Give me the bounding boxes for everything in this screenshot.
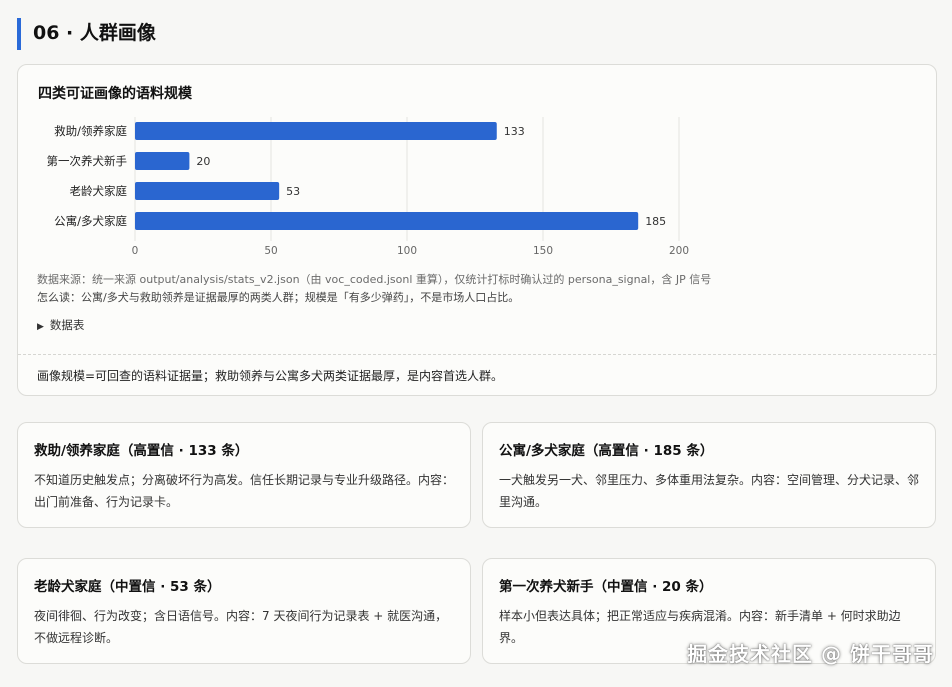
y-category-label: 老龄犬家庭 [70,184,128,198]
persona-card-rescue: 救助/领养家庭（高置信 · 133 条） 不知道历史触发点；分离破坏行为高发。信… [17,422,471,528]
watermark: 掘金技术社区 @ 饼干哥哥 [687,642,934,666]
x-tick-label: 200 [669,245,689,257]
data-table-toggle[interactable]: ▶ 数据表 [37,317,84,333]
chart-summary: 画像规模=可回查的语料证据量；救助领养与公寓多犬两类证据最厚，是内容首选人群。 [37,369,504,383]
bar-value-label: 133 [504,125,525,138]
x-tick-label: 0 [132,245,139,257]
chart-notes: 数据来源：统一来源 output/analysis/stats_v2.json（… [37,271,711,307]
card-divider [18,354,936,355]
section-title: 06 · 人群画像 [17,18,156,50]
bar [135,182,280,200]
bar-value-label: 53 [286,185,300,198]
x-tick-label: 50 [264,245,277,257]
chart-card: 四类可证画像的语料规模 0 50 100 150 200 救助/领养家庭 133 第一次养犬新… [17,64,937,396]
persona-card-apartment: 公寓/多犬家庭（高置信 · 185 条） 一犬触发另一犬、邻里压力、多体重用法复… [482,422,936,528]
y-category-label: 救助/领养家庭 [54,124,127,138]
bar-chart: 0 50 100 150 200 救助/领养家庭 133 第一次养犬新手 20 老龄犬家庭 53 公寓… [47,117,689,257]
persona-title: 老龄犬家庭（中置信 · 53 条） [34,579,221,595]
source-note: 数据来源：统一来源 output/analysis/stats_v2.json（… [37,273,712,286]
bar [135,152,190,170]
y-category-label: 公寓/多犬家庭 [54,214,127,228]
persona-body: 不知道历史触发点；分离破坏行为高发。信任长期记录与专业升级路径。内容：出门前准备… [34,473,455,509]
data-table-toggle-label: 数据表 [49,318,85,332]
persona-body: 夜间徘徊、行为改变；含日语信号。内容：7 天夜间行为记录表 + 就医沟通，不做远… [34,609,448,645]
persona-title: 救助/领养家庭（高置信 · 133 条） [34,443,249,459]
bar [135,212,639,230]
bar-value-label: 185 [645,215,666,228]
disclosure-triangle-icon: ▶ [37,322,44,332]
y-category-label: 第一次养犬新手 [47,154,128,168]
x-tick-label: 150 [533,245,553,257]
bar [135,122,497,140]
x-tick-label: 100 [397,245,417,257]
persona-title: 公寓/多犬家庭（高置信 · 185 条） [499,443,714,459]
persona-card-senior-dog: 老龄犬家庭（中置信 · 53 条） 夜间徘徊、行为改变；含日语信号。内容：7 天… [17,558,471,664]
persona-title: 第一次养犬新手（中置信 · 20 条） [499,579,713,595]
howto-note: 怎么读：公寓/多犬与救助领养是证据最厚的两类人群；规模是「有多少弹药」，不是市场… [37,291,520,304]
persona-body: 一犬触发另一犬、邻里压力、多体重用法复杂。内容：空间管理、分犬记录、邻里沟通。 [499,473,920,509]
bar-value-label: 20 [196,155,210,168]
